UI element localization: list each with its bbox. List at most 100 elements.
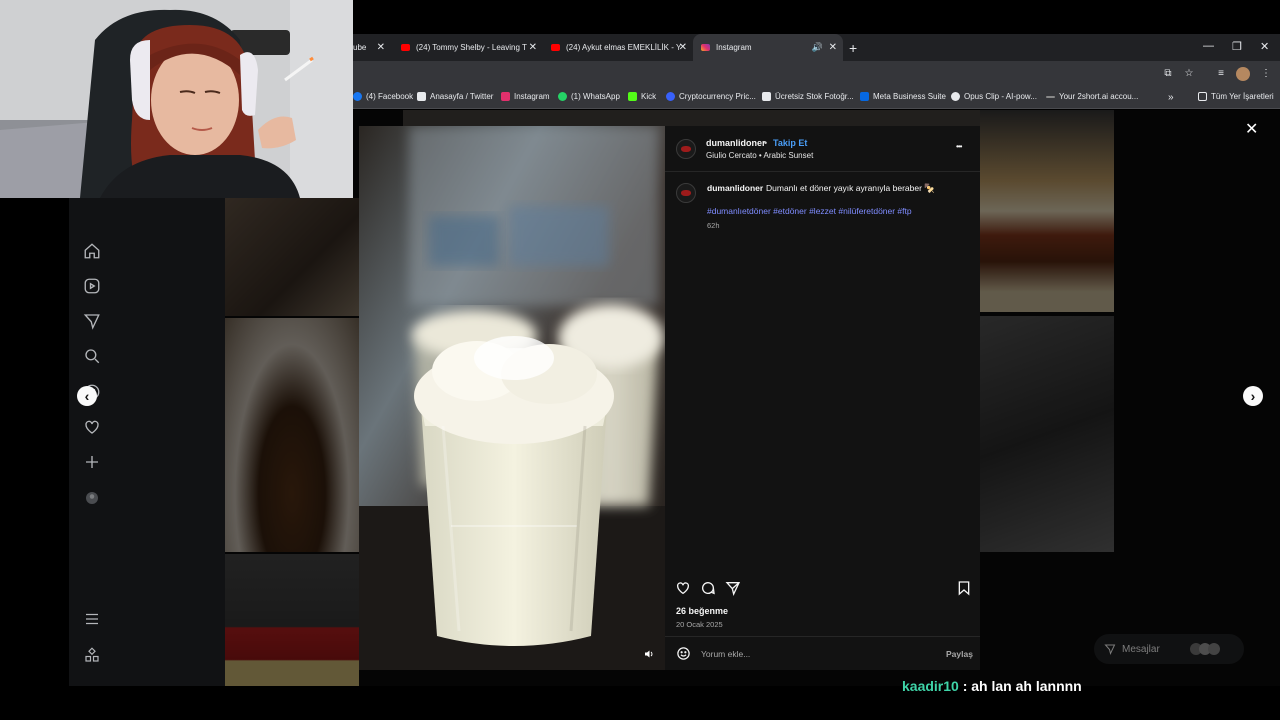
close-icon[interactable]: ✕ xyxy=(679,42,687,53)
emoji-icon[interactable] xyxy=(676,646,691,661)
instagram-icon xyxy=(501,92,510,101)
coinmarketcap-icon xyxy=(666,92,675,101)
speaker-icon[interactable]: 🔊 xyxy=(812,42,823,53)
bookmark-item[interactable]: Your 2short.ai accou... xyxy=(1046,92,1138,101)
bookmark-label: Anasayfa / Twitter xyxy=(430,92,494,101)
browser-tab-strip: ube ✕ (24) Tommy Shelby - Leaving T ✕ (2… xyxy=(353,34,1280,61)
tab-title: (24) Aykut elmas EMEKLİLİK - Y xyxy=(566,43,682,52)
reels-icon[interactable] xyxy=(83,277,101,295)
home-icon[interactable] xyxy=(83,242,101,260)
likes-count[interactable]: 26 beğenme xyxy=(676,606,728,616)
tab-title: Instagram xyxy=(716,43,752,52)
like-heart-icon[interactable] xyxy=(675,580,691,596)
author-username[interactable]: dumanlidoner xyxy=(706,138,766,148)
instagram-sidebar xyxy=(69,198,225,686)
share-icon[interactable] xyxy=(725,580,741,596)
bookmark-item[interactable]: Kick xyxy=(628,92,656,101)
opus-clip-icon xyxy=(951,92,960,101)
bookmark-item[interactable]: Opus Clip - AI-pow... xyxy=(951,92,1037,101)
messages-pill[interactable]: Mesajlar xyxy=(1094,634,1244,664)
close-icon[interactable]: ✕ xyxy=(377,42,385,53)
messages-label: Mesajlar xyxy=(1122,643,1160,655)
maximize-button[interactable]: ❐ xyxy=(1232,40,1242,53)
comment-input[interactable]: Yorum ekle... xyxy=(701,649,750,659)
save-bookmark-icon[interactable] xyxy=(956,580,972,596)
divider xyxy=(665,171,980,172)
bookmark-item[interactable]: Ücretsiz Stok Fotoğr... xyxy=(762,92,854,101)
ayran-glasses-photo xyxy=(359,126,665,670)
bookmark-item[interactable]: (1) WhatsApp xyxy=(558,92,620,101)
bookmark-label: Instagram xyxy=(514,92,550,101)
profile-avatar[interactable] xyxy=(83,489,101,507)
close-icon[interactable]: ✕ xyxy=(529,42,537,53)
post-info-panel: dumanlidoner • Takip Et Giulio Cercato •… xyxy=(665,126,980,670)
folder-icon xyxy=(1198,92,1207,101)
bookmark-item[interactable]: Instagram xyxy=(501,92,550,101)
bookmark-label: Tüm Yer İşaretleri xyxy=(1211,92,1274,101)
profile-avatar[interactable] xyxy=(1236,67,1250,81)
meta-icon xyxy=(860,92,869,101)
volume-icon[interactable] xyxy=(643,648,655,660)
caption-username[interactable]: dumanlidoner xyxy=(707,183,763,193)
browser-tab[interactable]: (24) Aykut elmas EMEKLİLİK - Y ✕ xyxy=(543,34,693,61)
all-bookmarks-button[interactable]: Tüm Yer İşaretleri xyxy=(1198,92,1274,101)
audio-track[interactable]: Giulio Cercato • Arabic Sunset xyxy=(706,151,813,160)
caption-avatar[interactable] xyxy=(676,183,696,203)
heart-icon[interactable] xyxy=(83,418,101,436)
minimize-button[interactable]: — xyxy=(1203,40,1214,52)
tab-title: ube xyxy=(353,43,367,52)
close-icon[interactable]: ✕ xyxy=(829,42,837,53)
kebab-menu-icon[interactable]: ⋮ xyxy=(1259,67,1273,81)
bookmark-label: Your 2short.ai accou... xyxy=(1059,92,1139,101)
media-control-icon[interactable]: ≡ xyxy=(1214,67,1228,81)
close-window-button[interactable]: ✕ xyxy=(1260,40,1269,53)
post-date: 20 Ocak 2025 xyxy=(676,620,723,629)
x-twitter-icon xyxy=(417,92,426,101)
camera-icon xyxy=(762,92,771,101)
bookmark-label: (1) WhatsApp xyxy=(571,92,620,101)
previous-post-button[interactable]: ‹ xyxy=(77,386,97,406)
more-options-button[interactable]: ••• xyxy=(956,142,962,151)
star-icon[interactable]: ☆ xyxy=(1182,67,1196,81)
direct-send-icon xyxy=(1104,643,1116,655)
browser-toolbar: ⧉ ☆ ≡ ⋮ xyxy=(353,61,1280,87)
bookmark-label: Kick xyxy=(641,92,657,101)
meta-apps-icon[interactable] xyxy=(83,646,101,664)
follow-button[interactable]: Takip Et xyxy=(773,138,807,148)
bookmarks-overflow-button[interactable]: » xyxy=(1168,92,1174,103)
youtube-icon xyxy=(551,44,560,51)
direct-send-icon[interactable] xyxy=(83,312,101,330)
tab-title: (24) Tommy Shelby - Leaving T xyxy=(416,43,527,52)
browser-tab-active[interactable]: Instagram 🔊 ✕ xyxy=(693,34,843,61)
bookmark-label: Cryptocurrency Pric... xyxy=(679,92,756,101)
whatsapp-icon xyxy=(558,92,567,101)
close-modal-button[interactable]: ✕ xyxy=(1245,119,1258,139)
separator-dot: • xyxy=(764,138,768,148)
create-plus-icon[interactable] xyxy=(83,453,101,471)
bookmark-label: Ücretsiz Stok Fotoğr... xyxy=(775,92,854,101)
new-tab-button[interactable]: + xyxy=(849,40,857,56)
messages-avatars xyxy=(1189,643,1220,655)
post-media[interactable] xyxy=(359,126,665,670)
streamer-webcam xyxy=(0,0,353,198)
chat-username: kaadir10 xyxy=(902,678,959,694)
bookmark-item[interactable]: Cryptocurrency Pric... xyxy=(666,92,756,101)
bookmark-item[interactable]: Anasayfa / Twitter xyxy=(417,92,493,101)
youtube-icon xyxy=(401,44,410,51)
divider xyxy=(665,636,980,637)
next-post-button[interactable]: › xyxy=(1243,386,1263,406)
bookmark-label: Opus Clip - AI-pow... xyxy=(964,92,1037,101)
stream-chat-message: kaadir10 : ah lan ah lannnn xyxy=(902,678,1082,694)
post-comment-button[interactable]: Paylaş xyxy=(946,649,973,659)
browser-tab[interactable]: ube ✕ xyxy=(353,34,391,61)
browser-tab[interactable]: (24) Tommy Shelby - Leaving T ✕ xyxy=(393,34,543,61)
search-icon[interactable] xyxy=(83,347,101,365)
caption-hashtags[interactable]: #dumanlıetdöner #etdöner #lezzet #nilüfe… xyxy=(707,206,912,216)
install-app-icon[interactable]: ⧉ xyxy=(1161,67,1175,81)
bookmark-item[interactable]: (4) Facebook xyxy=(353,92,413,101)
bookmark-item[interactable]: Meta Business Suite xyxy=(860,92,946,101)
author-avatar[interactable] xyxy=(676,139,696,159)
menu-icon[interactable] xyxy=(83,610,101,628)
comment-icon[interactable] xyxy=(700,580,716,596)
bookmark-label: Meta Business Suite xyxy=(873,92,946,101)
